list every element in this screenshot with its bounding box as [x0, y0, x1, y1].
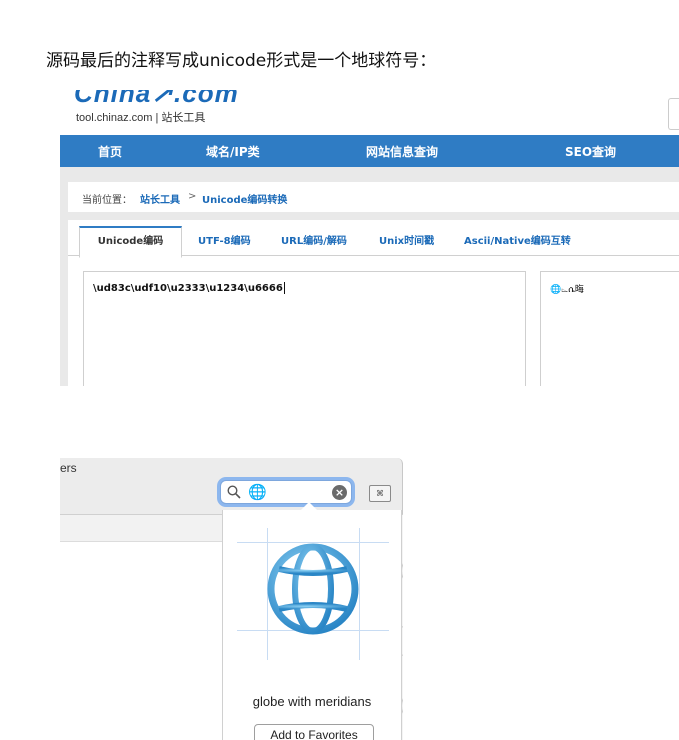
command-keyboard-icon[interactable]: ⌘: [369, 485, 391, 502]
viewer-title: ers: [60, 461, 77, 475]
breadcrumb-label: 当前位置：: [82, 195, 132, 206]
site-header: China↗.com tool.chinaz.com | 站长工具: [60, 90, 679, 135]
unicode-input-textarea[interactable]: \ud83c\udf10\u2333\u1234\u6666: [83, 271, 526, 386]
nav-item-site-info[interactable]: 网站信息查询: [366, 143, 438, 160]
tab-ascii-native[interactable]: Ascii/Native编码互转: [464, 232, 571, 247]
nav-item-home[interactable]: 首页: [98, 143, 122, 160]
breadcrumb: 当前位置： 站长工具 > Unicode编码转换: [68, 182, 679, 212]
search-icon: [227, 485, 241, 499]
site-logo[interactable]: China↗.com: [74, 90, 239, 109]
main-nav: 首页 域名/IP类 网站信息查询 SEO查询: [60, 135, 679, 167]
breadcrumb-link-tools[interactable]: 站长工具: [140, 191, 180, 206]
tab-utf8[interactable]: UTF-8编码: [198, 232, 251, 247]
converted-output-box[interactable]: 🌐⌳ሴ晦: [540, 271, 679, 386]
character-viewer-screenshot: ers 🌐 × ⌘ globe with meridians Add to Fa…: [60, 458, 403, 740]
converter-tabs: Unicode编码 UTF-8编码 URL编码/解码 Unix时间戳 Ascii…: [68, 220, 679, 258]
converted-output-value: 🌐⌳ሴ晦: [550, 285, 584, 295]
globe-with-meridians-icon: [267, 543, 359, 635]
glyph-guide-line: [359, 528, 360, 660]
character-detail-popover: globe with meridians Add to Favorites: [222, 502, 402, 740]
caption-text: 源码最后的注释写成unicode形式是一个地球符号：: [46, 51, 437, 71]
nav-item-seo[interactable]: SEO查询: [565, 143, 616, 160]
add-to-favorites-button[interactable]: Add to Favorites: [254, 724, 374, 740]
breadcrumb-separator: >: [188, 191, 197, 202]
category-list-header: [60, 515, 222, 542]
unicode-input-value: \ud83c\udf10\u2333\u1234\u6666: [93, 282, 285, 294]
header-search-edge[interactable]: [668, 98, 679, 130]
character-name: globe with meridians: [252, 694, 372, 709]
category-list-pane[interactable]: [60, 515, 222, 740]
converter-panel: Unicode编码 UTF-8编码 URL编码/解码 Unix时间戳 Ascii…: [68, 220, 679, 386]
character-search-input[interactable]: 🌐 ×: [220, 480, 352, 504]
popover-arrow: [301, 502, 317, 510]
search-query-value: 🌐: [248, 483, 267, 501]
text-caret: [283, 282, 285, 294]
breadcrumb-link-unicode[interactable]: Unicode编码转换: [202, 191, 287, 206]
nav-item-domain-ip[interactable]: 域名/IP类: [206, 143, 260, 160]
tab-unicode[interactable]: Unicode编码: [79, 226, 182, 258]
tab-url[interactable]: URL编码/解码: [281, 232, 347, 247]
chinaz-screenshot: China↗.com tool.chinaz.com | 站长工具 首页 域名/…: [60, 90, 679, 386]
tab-unix-timestamp[interactable]: Unix时间戳: [379, 232, 434, 247]
site-logo-subtitle: tool.chinaz.com | 站长工具: [76, 112, 206, 124]
clear-icon[interactable]: ×: [332, 485, 347, 500]
